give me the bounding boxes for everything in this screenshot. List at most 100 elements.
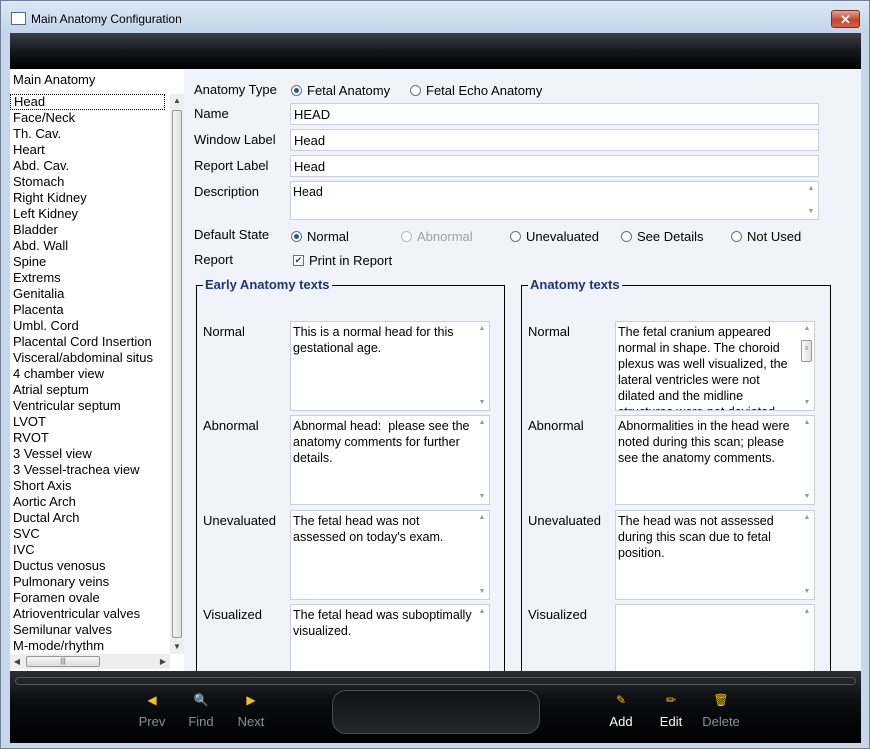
list-item[interactable]: LVOT [10,414,170,430]
list-item[interactable]: 4 chamber view [10,366,170,382]
add-pencil-icon: ✎ [615,693,627,707]
list-horizontal-scrollbar[interactable]: ◀ ||| ▶ [10,654,170,669]
anatomy-normal-text[interactable]: The fetal cranium appeared normal in sha… [615,321,815,411]
list-item[interactable]: Atrial septum [10,382,170,398]
radio-state-not-used[interactable]: Not Used [731,229,801,244]
scroll-down-icon[interactable]: ▼ [475,397,489,409]
list-item[interactable]: Ventricular septum [10,398,170,414]
list-item[interactable]: Foramen ovale [10,590,170,606]
description-field[interactable]: Head ▲ ▼ [290,181,819,220]
close-button[interactable]: ✕ [831,10,860,28]
list-item[interactable]: Pulmonary veins [10,574,170,590]
list-item[interactable]: Head [10,94,165,110]
list-item[interactable]: Abd. Cav. [10,158,170,174]
edit-button[interactable]: ✏ Edit [649,693,693,729]
add-button[interactable]: ✎ Add [599,693,643,729]
scroll-thumb[interactable]: ≡ [801,340,812,362]
list-item[interactable]: Ductal Arch [10,510,170,526]
list-item[interactable]: Short Axis [10,478,170,494]
textarea-scrollbar[interactable]: ▲ [475,605,489,672]
scroll-up-icon[interactable]: ▲ [800,323,814,335]
find-button[interactable]: 🔍 Find [179,693,223,729]
scroll-down-icon[interactable]: ▼ [800,397,814,409]
prev-button[interactable]: ◀ Prev [130,693,174,729]
list-item[interactable]: 3 Vessel-trachea view [10,462,170,478]
list-item[interactable]: M-mode/rhythm [10,638,170,654]
description-label: Description [194,184,260,199]
anatomy-unevaluated-text[interactable]: The head was not assessed during this sc… [615,510,815,600]
list-item[interactable]: Visceral/abdominal situs [10,350,170,366]
window-label-field[interactable]: Head [290,129,819,151]
list-item[interactable]: Ductus venosus [10,558,170,574]
anatomy-abnormal-text[interactable]: Abnormalities in the head were noted dur… [615,415,815,505]
description-scrollbar[interactable]: ▲ ▼ [804,182,818,219]
list-item[interactable]: Right Kidney [10,190,170,206]
list-item[interactable]: SVC [10,526,170,542]
list-item[interactable]: Aortic Arch [10,494,170,510]
scroll-down-icon[interactable]: ▼ [475,586,489,598]
list-item[interactable]: Umbl. Cord [10,318,170,334]
delete-button[interactable]: 🗑 Delete [699,693,743,729]
textarea-scrollbar[interactable]: ▲ ▼ [800,416,814,504]
scroll-up-icon[interactable]: ▲ [800,417,814,429]
textarea-scrollbar[interactable]: ▲ ▼ [475,416,489,504]
scroll-down-icon[interactable]: ▼ [475,491,489,503]
hscroll-thumb[interactable]: ||| [26,656,100,667]
list-item[interactable]: Abd. Wall [10,238,170,254]
early-unevaluated-text[interactable]: The fetal head was not assessed on today… [290,510,490,600]
radio-state-unevaluated[interactable]: Unevaluated [510,229,599,244]
anatomy-abnormal-label: Abnormal [528,418,584,433]
anatomy-texts-group: Anatomy texts Normal The fetal cranium a… [521,277,831,672]
early-abnormal-text[interactable]: Abnormal head: please see the anatomy co… [290,415,490,505]
radio-state-normal[interactable]: Normal [291,229,349,244]
list-item[interactable]: Atrioventricular valves [10,606,170,622]
list-item[interactable]: Placenta [10,302,170,318]
list-item[interactable]: Spine [10,254,170,270]
list-vertical-scrollbar[interactable]: ▲ ▼ [170,94,184,654]
scroll-up-icon[interactable]: ▲ [804,183,818,195]
list-item[interactable]: Stomach [10,174,170,190]
scroll-down-icon[interactable]: ▼ [170,640,184,654]
next-button[interactable]: ▶ Next [229,693,273,729]
radio-fetal-echo-anatomy[interactable]: Fetal Echo Anatomy [410,83,542,98]
radio-state-see-details[interactable]: See Details [621,229,703,244]
scroll-up-icon[interactable]: ▲ [475,323,489,335]
scroll-down-icon[interactable]: ▼ [804,206,818,218]
scroll-down-icon[interactable]: ▼ [800,586,814,598]
radio-fetal-anatomy[interactable]: Fetal Anatomy [291,83,390,98]
textarea-scrollbar[interactable]: ▲ ≡ ▼ [800,322,814,410]
list-item[interactable]: Heart [10,142,170,158]
scroll-up-icon[interactable]: ▲ [800,606,814,618]
list-item[interactable]: Th. Cav. [10,126,170,142]
scroll-up-icon[interactable]: ▲ [170,94,184,108]
list-item[interactable]: Genitalia [10,286,170,302]
early-normal-text[interactable]: This is a normal head for this gestation… [290,321,490,411]
anatomy-listbox[interactable]: Head Face/Neck Th. Cav. Heart Abd. Cav. Stoma… [10,94,184,671]
scroll-up-icon[interactable]: ▲ [475,512,489,524]
list-item[interactable]: RVOT [10,430,170,446]
list-item[interactable]: IVC [10,542,170,558]
report-label-field[interactable]: Head [290,155,819,177]
list-item[interactable]: Bladder [10,222,170,238]
textarea-scrollbar[interactable]: ▲ ▼ [475,511,489,599]
scroll-up-icon[interactable]: ▲ [475,417,489,429]
list-item[interactable]: 3 Vessel view [10,446,170,462]
list-item[interactable]: Face/Neck [10,110,170,126]
anatomy-visualized-text[interactable]: ▲ [615,604,815,672]
scroll-left-icon[interactable]: ◀ [10,654,24,669]
scroll-up-icon[interactable]: ▲ [800,512,814,524]
textarea-scrollbar[interactable]: ▲ ▼ [475,322,489,410]
list-item[interactable]: Semilunar valves [10,622,170,638]
name-field[interactable]: HEAD [290,103,819,125]
scroll-thumb[interactable] [172,110,182,638]
textarea-scrollbar[interactable]: ▲ ▼ [800,511,814,599]
scroll-down-icon[interactable]: ▼ [800,491,814,503]
scroll-right-icon[interactable]: ▶ [156,654,170,669]
list-item[interactable]: Placental Cord Insertion [10,334,170,350]
list-item[interactable]: Extrems [10,270,170,286]
print-in-report-checkbox[interactable]: ✔ Print in Report [293,253,392,268]
list-item[interactable]: Left Kidney [10,206,170,222]
early-visualized-text[interactable]: The fetal head was suboptimally visualiz… [290,604,490,672]
textarea-scrollbar[interactable]: ▲ [800,605,814,672]
scroll-up-icon[interactable]: ▲ [475,606,489,618]
